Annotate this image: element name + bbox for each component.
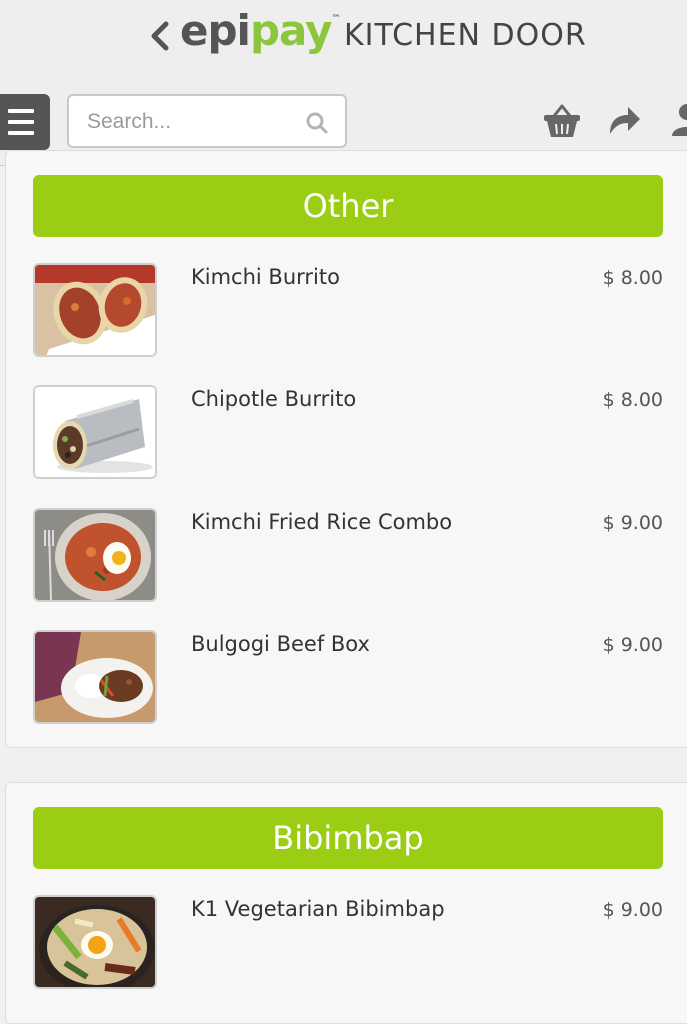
app-header: epipay™ KITCHEN DOOR — [0, 0, 687, 166]
kimchi-burrito-image — [35, 265, 155, 355]
category-header[interactable]: Bibimbap — [33, 807, 663, 869]
item-price: $ 9.00 — [602, 512, 663, 534]
kimchi-fried-rice-image — [35, 510, 155, 600]
item-price: $ 9.00 — [602, 634, 663, 656]
user-icon[interactable] — [670, 102, 687, 138]
item-thumbnail[interactable] — [33, 385, 157, 479]
hamburger-menu-icon — [8, 109, 34, 113]
search-icon[interactable] — [305, 111, 329, 135]
logo-text-epi: epi — [180, 6, 251, 55]
item-thumbnail[interactable] — [33, 895, 157, 989]
item-thumbnail[interactable] — [33, 630, 157, 724]
category-section-other: Other Kimchi Burrito $ 8.00 Chipotle Bur… — [5, 150, 687, 748]
item-name[interactable]: Bulgogi Beef Box — [191, 632, 370, 656]
menu-item[interactable]: K1 Vegetarian Bibimbap $ 9.00 — [33, 895, 663, 995]
item-name[interactable]: K1 Vegetarian Bibimbap — [191, 897, 445, 921]
menu-item[interactable]: Kimchi Burrito $ 8.00 — [33, 263, 663, 363]
item-price: $ 9.00 — [602, 899, 663, 921]
menu-item[interactable]: Kimchi Fried Rice Combo $ 9.00 — [33, 508, 663, 608]
bulgogi-beef-box-image — [35, 632, 155, 722]
bibimbap-image — [35, 897, 155, 987]
chipotle-burrito-image — [35, 387, 155, 477]
basket-icon[interactable] — [542, 102, 582, 140]
logo-trademark: ™ — [331, 14, 340, 24]
menu-item[interactable]: Chipotle Burrito $ 8.00 — [33, 385, 663, 485]
logo-text-pay: pay — [249, 6, 332, 55]
chevron-left-icon[interactable] — [148, 20, 172, 52]
category-header[interactable]: Other — [33, 175, 663, 237]
menu-item[interactable]: Bulgogi Beef Box $ 9.00 — [33, 630, 663, 730]
item-price: $ 8.00 — [602, 267, 663, 289]
share-arrow-icon[interactable] — [606, 102, 642, 138]
search-box[interactable] — [67, 94, 347, 148]
item-price: $ 8.00 — [602, 389, 663, 411]
item-name[interactable]: Kimchi Burrito — [191, 265, 340, 289]
search-input[interactable] — [85, 106, 299, 138]
item-name[interactable]: Chipotle Burrito — [191, 387, 356, 411]
menu-button[interactable] — [0, 94, 50, 150]
category-section-bibimbap: Bibimbap K1 Vegetarian Bibimbap $ 9.00 — [5, 782, 687, 1024]
store-name: KITCHEN DOOR — [344, 18, 587, 53]
item-name[interactable]: Kimchi Fried Rice Combo — [191, 510, 452, 534]
epipay-logo[interactable]: epipay™ — [180, 6, 340, 62]
item-thumbnail[interactable] — [33, 263, 157, 357]
item-thumbnail[interactable] — [33, 508, 157, 602]
